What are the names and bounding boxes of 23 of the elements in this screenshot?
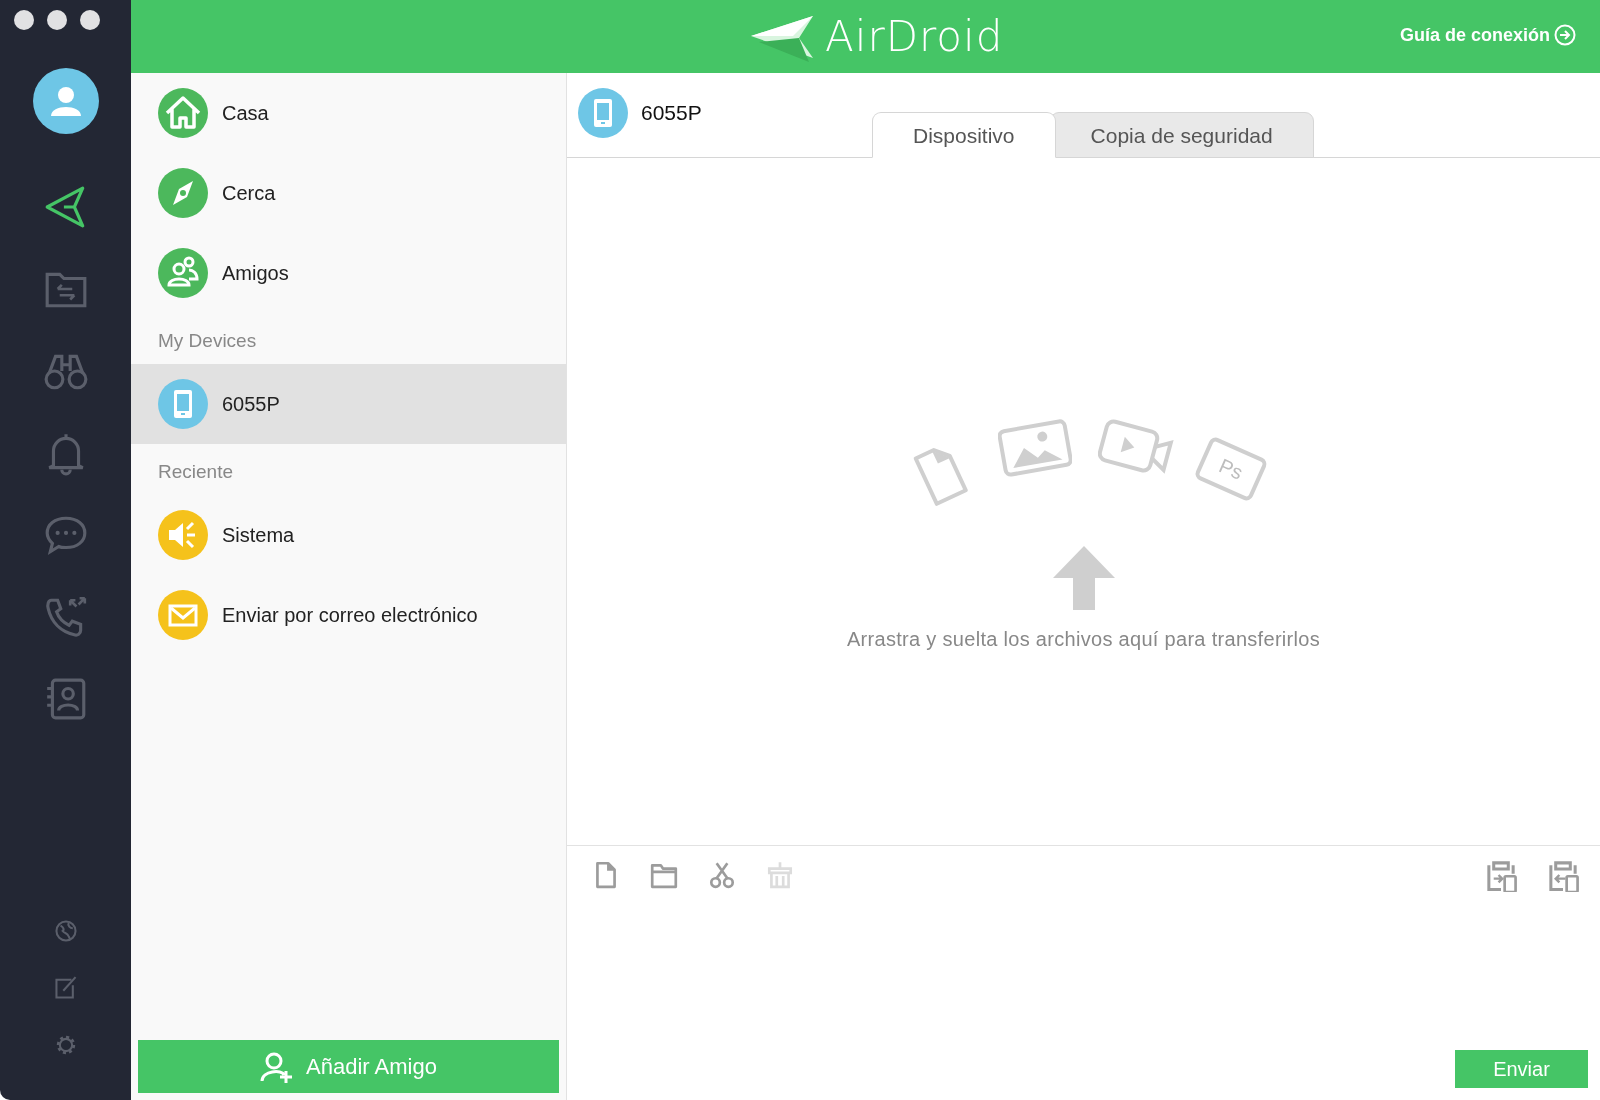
upload-arrow-icon [1052,546,1115,610]
sidebar-item[interactable]: Amigos [131,233,566,313]
clipboard-to-phone-icon[interactable] [1484,858,1518,892]
tab[interactable]: Dispositivo [872,112,1056,158]
add-person-icon [260,1050,295,1083]
section-heading: My Devices [157,329,258,353]
sidebar-item[interactable]: 6055P [131,364,566,444]
zoom-window-button[interactable] [80,10,100,30]
app-logo-text: AirDroid [825,12,1004,61]
drop-hint-text: Arrastra y suelta los archivos aquí para transferirlos [846,628,1321,651]
sidebar-item[interactable]: Enviar por correo electrónico [131,575,566,655]
scissors-icon[interactable] [707,860,737,890]
sidebar-item[interactable]: Cerca [131,153,566,233]
device-name: 6055P [641,101,702,125]
sidebar-item[interactable]: Casa [131,73,566,153]
phone-icon [578,88,628,138]
close-window-button[interactable] [14,10,34,30]
clipboard-from-phone-icon[interactable] [1546,858,1580,892]
sidebar-item[interactable]: Sistema [131,495,566,575]
section-heading: Reciente [157,460,234,484]
minimize-window-button[interactable] [47,10,67,30]
arrow-right-circle-icon [1554,24,1576,46]
picture-icon [997,416,1072,478]
